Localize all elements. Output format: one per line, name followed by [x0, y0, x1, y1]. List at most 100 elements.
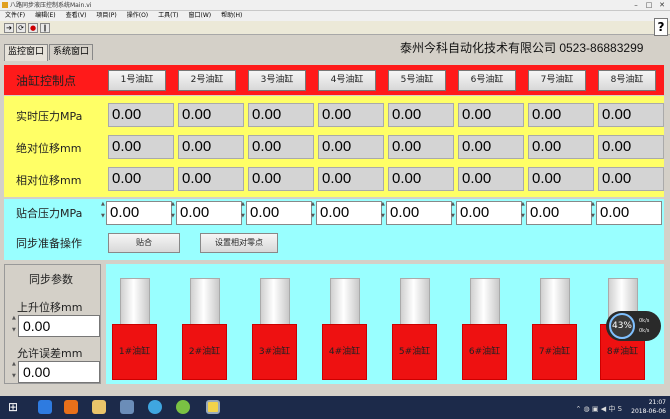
menu-project[interactable]: 项目(P): [91, 11, 121, 21]
menu-tools[interactable]: 工具(T): [153, 11, 183, 21]
relative-displacement-label: 相对位移mm: [16, 174, 82, 187]
menu-bar: 文件(F) 编辑(E) 查看(V) 项目(P) 操作(O) 工具(T) 窗口(W…: [0, 11, 670, 21]
cylinder-body-2: 2#油缸: [182, 324, 227, 380]
tab-system[interactable]: 系统窗口: [49, 44, 94, 60]
close-icon[interactable]: ✕: [656, 0, 668, 10]
cylinder-body-6: 6#油缸: [462, 324, 507, 380]
fit-pressure-input-8[interactable]: 0.00: [596, 201, 662, 225]
menu-file[interactable]: 文件(F): [0, 11, 30, 21]
absolute-displacement-label: 绝对位移mm: [16, 142, 82, 155]
rel-disp-value-2: 0.00: [178, 167, 244, 191]
fit-pressure-input-6[interactable]: 0.00: [456, 201, 522, 225]
abs-disp-value-4: 0.00: [318, 135, 384, 159]
clock-date: 2018-06-06: [631, 408, 666, 415]
toolbar: ➔ ⟳ ● ∥: [0, 21, 670, 35]
company-info: 泰州今科自动化技术有限公司 0523-86883299: [400, 41, 644, 55]
pause-icon[interactable]: ∥: [40, 23, 50, 33]
app-icon-4[interactable]: [120, 400, 134, 414]
tolerance-spinner[interactable]: ▲ ▼: [12, 361, 16, 383]
gauge-down-speed: 0k/s: [639, 328, 650, 334]
cylinder-8-button[interactable]: 8号油缸: [598, 70, 656, 91]
pressure-value-7: 0.00: [528, 103, 594, 127]
cylinder-3-button[interactable]: 3号油缸: [248, 70, 306, 91]
network-speed-gauge[interactable]: 43% 0k/s 0k/s: [606, 311, 661, 341]
cylinder-4-button[interactable]: 4号油缸: [318, 70, 376, 91]
menu-edit[interactable]: 编辑(E): [30, 11, 60, 21]
menu-view[interactable]: 查看(V): [61, 11, 92, 21]
run-arrow-icon[interactable]: ➔: [4, 23, 14, 33]
context-help-icon[interactable]: ?: [654, 18, 668, 36]
maximize-icon[interactable]: □: [643, 0, 655, 10]
firefox-icon[interactable]: [64, 400, 78, 414]
rise-spinner[interactable]: ▲ ▼: [12, 315, 16, 337]
fit-spinner-1[interactable]: ▲ ▼: [101, 201, 105, 225]
windows-start-icon[interactable]: ⊞: [6, 400, 20, 414]
system-clock[interactable]: 21:07 2018-06-06: [631, 398, 666, 416]
app-icon: [2, 2, 8, 8]
readout-band: 实时压力MPa 绝对位移mm 相对位移mm 0.00 0.00 0.00 0.0…: [4, 96, 664, 197]
ie-browser-icon[interactable]: [38, 400, 52, 414]
piston-rod-3: [260, 278, 290, 328]
cylinder-body-1: 1#油缸: [112, 324, 157, 380]
tolerance-input[interactable]: 0.00: [18, 361, 100, 383]
sync-prep-label: 同步准备操作: [16, 237, 82, 250]
abs-disp-value-1: 0.00: [108, 135, 174, 159]
tab-bar: 监控窗口 系统窗口: [4, 44, 94, 61]
fit-spinner-5[interactable]: ▲ ▼: [381, 201, 385, 225]
rise-displacement-input[interactable]: 0.00: [18, 315, 100, 337]
cylinder-7-button[interactable]: 7号油缸: [528, 70, 586, 91]
set-relative-zero-button[interactable]: 设置相对零点: [200, 233, 278, 253]
fit-pressure-input-3[interactable]: 0.00: [246, 201, 312, 225]
piston-rod-7: [540, 278, 570, 328]
cylinder-visualization: 1#油缸 2#油缸 3#油缸 4#油缸 5#油缸 6#油缸 7#油缸 8#油缸: [106, 264, 664, 384]
fit-pressure-input-1[interactable]: 0.00: [106, 201, 172, 225]
pressure-value-2: 0.00: [178, 103, 244, 127]
menu-operate[interactable]: 操作(O): [122, 11, 153, 21]
pressure-value-3: 0.00: [248, 103, 314, 127]
menu-help[interactable]: 帮助(H): [216, 11, 247, 21]
cylinder-5-button[interactable]: 5号油缸: [388, 70, 446, 91]
minimize-icon[interactable]: –: [630, 0, 642, 10]
cylinder-6-button[interactable]: 6号油缸: [458, 70, 516, 91]
fit-spinner-6[interactable]: ▲ ▼: [451, 201, 455, 225]
gauge-up-speed: 0k/s: [639, 318, 650, 324]
piston-rod-1: [120, 278, 150, 328]
system-tray-icons[interactable]: ⌃ ◍ ▣ ◀ 中 S: [575, 404, 622, 414]
fit-pressure-input-7[interactable]: 0.00: [526, 201, 592, 225]
rel-disp-value-4: 0.00: [318, 167, 384, 191]
window-title: 八路同步液压控制系统Main.vi: [10, 2, 92, 9]
fit-pressure-input-4[interactable]: 0.00: [316, 201, 382, 225]
file-explorer-icon[interactable]: [92, 400, 106, 414]
fit-spinner-3[interactable]: ▲ ▼: [241, 201, 245, 225]
fit-spinner-2[interactable]: ▲ ▼: [171, 201, 175, 225]
fit-pressure-label: 贴合压力MPa: [16, 207, 83, 220]
run-continuous-icon[interactable]: ⟳: [16, 23, 26, 33]
fit-spinner-7[interactable]: ▲ ▼: [521, 201, 525, 225]
app-icon-6[interactable]: [176, 400, 190, 414]
fit-button[interactable]: 贴合: [108, 233, 180, 253]
window-titlebar: 八路同步液压控制系统Main.vi – □ ✕: [0, 0, 670, 11]
tab-monitor[interactable]: 监控窗口: [4, 44, 49, 61]
fit-pressure-input-5[interactable]: 0.00: [386, 201, 452, 225]
fit-spinner-8[interactable]: ▲ ▼: [591, 201, 595, 225]
piston-rod-6: [470, 278, 500, 328]
labview-icon[interactable]: [206, 400, 220, 414]
abort-icon[interactable]: ●: [28, 23, 38, 33]
cloud-icon[interactable]: [148, 400, 162, 414]
cylinder-2-button[interactable]: 2号油缸: [178, 70, 236, 91]
menu-window[interactable]: 窗口(W): [184, 11, 217, 21]
pressure-value-1: 0.00: [108, 103, 174, 127]
fit-pressure-band: 贴合压力MPa 同步准备操作 ▲ ▼ 0.00 ▲ ▼ 0.00 ▲ ▼ 0.00 ▲…: [4, 199, 664, 260]
pressure-value-8: 0.00: [598, 103, 664, 127]
abs-disp-value-5: 0.00: [388, 135, 454, 159]
cylinder-body-4: 4#油缸: [322, 324, 367, 380]
cylinder-body-5: 5#油缸: [392, 324, 437, 380]
rel-disp-value-8: 0.00: [598, 167, 664, 191]
fit-pressure-input-2[interactable]: 0.00: [176, 201, 242, 225]
abs-disp-value-6: 0.00: [458, 135, 524, 159]
cylinder-body-3: 3#油缸: [252, 324, 297, 380]
rel-disp-value-5: 0.00: [388, 167, 454, 191]
piston-rod-4: [330, 278, 360, 328]
cylinder-1-button[interactable]: 1号油缸: [108, 70, 166, 91]
fit-spinner-4[interactable]: ▲ ▼: [311, 201, 315, 225]
